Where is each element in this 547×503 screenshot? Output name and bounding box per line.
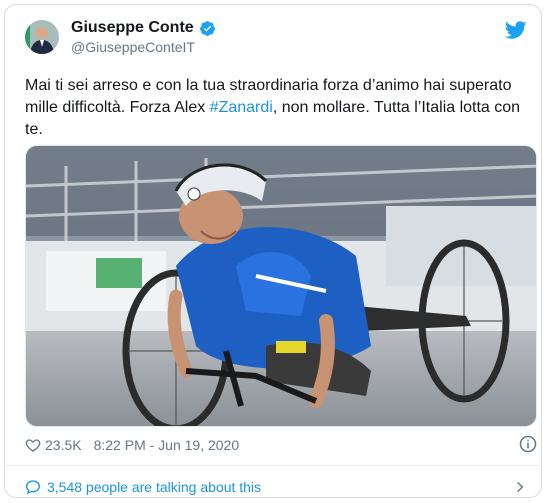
- like-count[interactable]: 23.5K: [45, 437, 82, 453]
- verified-badge-icon: [199, 20, 215, 36]
- author-info: Giuseppe Conte @GiuseppeConteIT: [71, 19, 216, 55]
- conversation-link[interactable]: 3,548 people are talking about this: [25, 477, 261, 497]
- chevron-right-icon[interactable]: [513, 480, 527, 494]
- twitter-bird-icon[interactable]: [505, 19, 527, 41]
- tweet-text: Mai ti sei arreso e con la tua straordin…: [25, 75, 531, 141]
- author-name[interactable]: Giuseppe Conte: [71, 19, 194, 37]
- tweet-card: Giuseppe Conte @GiuseppeConteIT Mai ti s…: [4, 4, 542, 498]
- speech-bubble-icon: [25, 480, 41, 495]
- tweet-timestamp[interactable]: 8:22 PM - Jun 19, 2020: [94, 437, 240, 453]
- author-handle[interactable]: @GiuseppeConteIT: [71, 39, 216, 55]
- divider: [5, 465, 541, 466]
- tweet-header: Giuseppe Conte @GiuseppeConteIT: [25, 17, 216, 57]
- talking-about-text: 3,548 people are talking about this: [47, 479, 262, 495]
- avatar[interactable]: [25, 20, 59, 54]
- info-icon[interactable]: [519, 435, 537, 453]
- tweet-photo[interactable]: [25, 145, 537, 427]
- hashtag-link[interactable]: #Zanardi: [210, 99, 273, 116]
- heart-icon[interactable]: [25, 437, 41, 453]
- handbike-athlete-photo: [26, 146, 536, 426]
- tweet-meta: 23.5K 8:22 PM - Jun 19, 2020: [25, 435, 537, 455]
